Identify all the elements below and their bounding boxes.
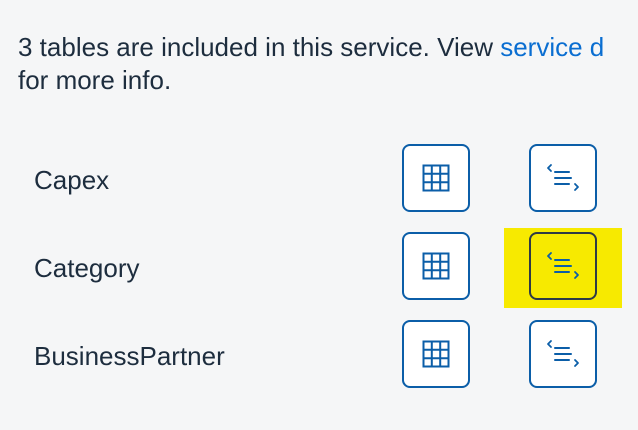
table-row: Capex — [0, 144, 638, 216]
table-grid-icon — [422, 340, 450, 368]
view-metadata-button[interactable] — [529, 320, 597, 388]
table-row: Category — [0, 228, 638, 308]
intro-text: 3 tables are included in this service. V… — [18, 32, 501, 62]
table-name: Category — [34, 253, 140, 283]
intro-text-continued: for more info. — [18, 65, 172, 95]
code-list-icon — [547, 164, 579, 191]
table-grid-icon — [422, 164, 450, 192]
table-name: Capex — [34, 165, 110, 195]
view-table-button[interactable] — [402, 232, 470, 300]
service-description: 3 tables are included in this service. V… — [18, 31, 638, 97]
table-grid-icon — [422, 252, 450, 280]
table-row: BusinessPartner — [0, 320, 638, 392]
view-table-button[interactable] — [402, 320, 470, 388]
view-table-button[interactable] — [402, 144, 470, 212]
view-metadata-button[interactable] — [529, 144, 597, 212]
code-list-icon — [547, 252, 579, 279]
table-name: BusinessPartner — [34, 341, 225, 371]
code-list-icon — [547, 340, 579, 367]
service-link[interactable]: service d — [500, 32, 604, 62]
view-metadata-button[interactable] — [529, 232, 597, 300]
